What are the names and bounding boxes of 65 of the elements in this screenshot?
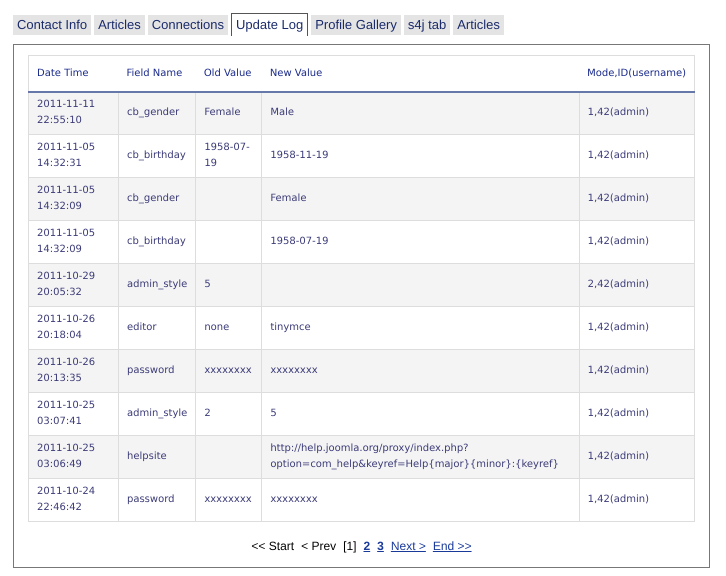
table-cell-text: 2011-10-24 22:46:42	[37, 486, 96, 513]
table-cell-text: 2011-10-26 20:13:35	[37, 357, 96, 384]
table-cell-text: 1,42(admin)	[588, 150, 650, 161]
table-cell-text: 1,42(admin)	[588, 365, 650, 376]
table-cell-text: cb_birthday	[127, 150, 186, 161]
pagination-link[interactable]: Next >	[390, 537, 426, 555]
table-cell-text: Female	[204, 107, 240, 118]
table-cell-text: 1958-07-19	[204, 142, 250, 169]
page-link[interactable]: 3	[377, 537, 384, 555]
table-cell-text: admin_style	[127, 408, 188, 419]
table-cell-text: 1958-07-19	[270, 236, 328, 247]
table-cell-text: 1,42(admin)	[588, 322, 650, 333]
column-header: Date Time	[28, 56, 118, 92]
table-cell-text: 2011-11-05 14:32:09	[37, 185, 96, 212]
table-cell-text: tinymce	[270, 322, 311, 333]
table-cell-text: 5	[270, 408, 277, 419]
table-cell-text: 2,42(admin)	[588, 279, 650, 290]
tab[interactable]: Articles	[94, 15, 145, 35]
pagination-link[interactable]: End >>	[432, 537, 472, 555]
table-cell-text: password	[127, 365, 174, 376]
table-cell-text: 2011-11-05 14:32:31	[37, 142, 96, 169]
table-cell-text: 1,42(admin)	[588, 408, 650, 419]
table-cell-text: 2011-11-11 22:55:10	[37, 99, 96, 126]
table-cell-text: none	[204, 322, 230, 333]
table-cell-text: cb_gender	[127, 107, 180, 118]
table-cell-text: 2011-10-25 03:06:49	[37, 443, 96, 470]
table-cell-text: 2011-10-25 03:07:41	[37, 400, 96, 427]
table-cell-text: 1958-11-19	[270, 150, 328, 161]
table-cell-text: helpsite	[127, 451, 167, 462]
column-header: Old Value	[196, 56, 262, 92]
table-cell-text: xxxxxxxx	[270, 365, 318, 376]
tab[interactable]: Connections	[148, 15, 228, 35]
table-cell-text: Female	[270, 193, 306, 204]
table-cell-text: editor	[127, 322, 156, 333]
table-cell-text: 2011-11-05 14:32:09	[37, 228, 96, 255]
page-link[interactable]: 2	[363, 537, 370, 555]
tab[interactable]: s4j tab	[404, 15, 450, 35]
tab[interactable]: Contact Info	[13, 15, 92, 35]
current-page: [1]	[343, 538, 356, 555]
table-cell-text: password	[127, 494, 174, 505]
table-cell-text: 1,42(admin)	[588, 107, 650, 118]
pagination-label: << Start	[251, 538, 294, 555]
table-cell-text: xxxxxxxx	[204, 365, 252, 376]
table-cell-text: 5	[204, 279, 211, 290]
table-cell-text: admin_style	[127, 279, 188, 290]
column-header: New Value	[262, 56, 580, 92]
table-cell-text: cb_gender	[127, 193, 180, 204]
table-cell-text: xxxxxxxx	[270, 494, 318, 505]
table-cell-text: 1,42(admin)	[588, 193, 650, 204]
column-header: Mode,ID(username)	[579, 56, 694, 92]
tab[interactable]: Profile Gallery	[311, 15, 401, 35]
tab[interactable]: Update Log	[231, 13, 308, 36]
table-cell-text: 2011-10-29 20:05:32	[37, 271, 96, 298]
tab[interactable]: Articles	[453, 15, 504, 35]
pagination-label: < Prev	[301, 538, 336, 555]
column-header: Field Name	[118, 56, 196, 92]
table-cell-text: Male	[270, 107, 294, 118]
table-cell-text: xxxxxxxx	[204, 494, 252, 505]
table-cell-text: 2011-10-26 20:18:04	[37, 314, 96, 341]
table-cell-text: http://help.joomla.org/proxy/index.php? option=com_help&keyref=Help{major}{minor}:{keyref}	[270, 443, 559, 470]
table-cell-text: 2	[204, 408, 211, 419]
table-cell-text: 1,42(admin)	[588, 494, 650, 505]
table-cell-text: 1,42(admin)	[588, 451, 650, 462]
table-cell-text: 1,42(admin)	[588, 236, 650, 247]
table-cell-text: cb_birthday	[127, 236, 186, 247]
